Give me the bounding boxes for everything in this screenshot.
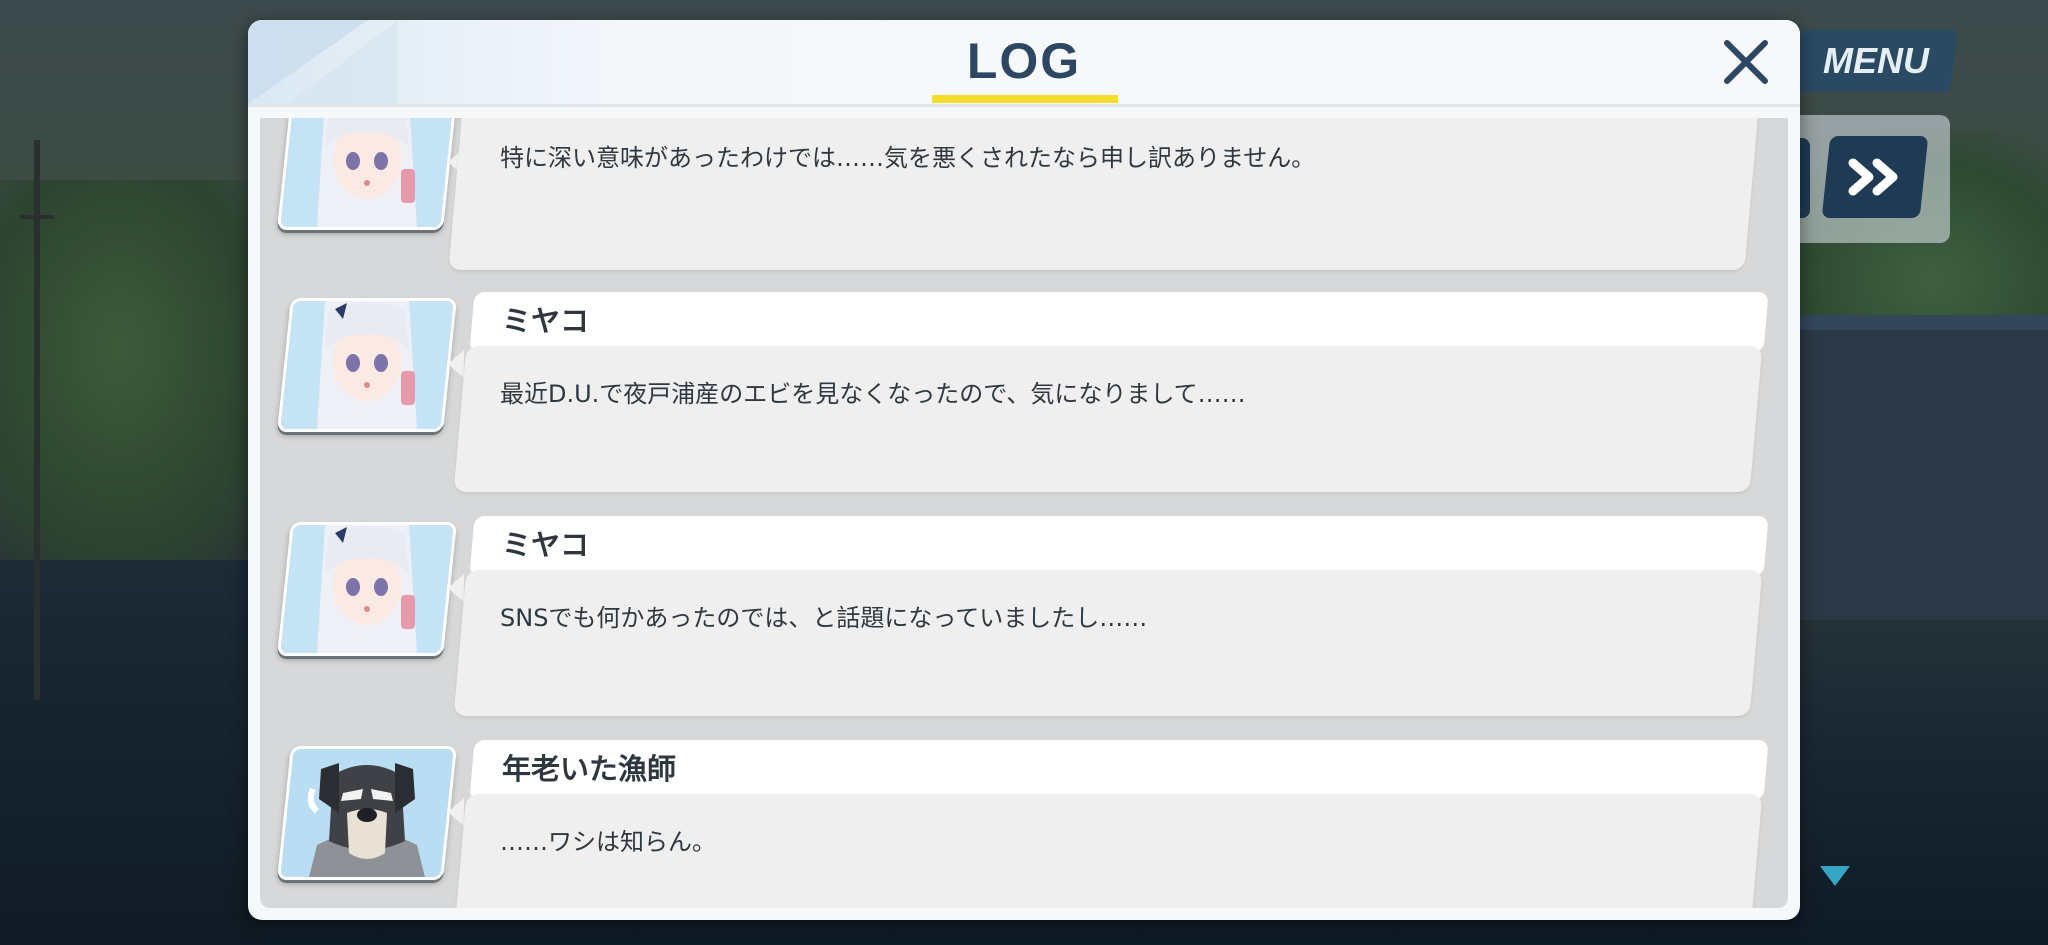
log-header: LOG — [248, 20, 1800, 107]
close-icon — [1724, 40, 1768, 84]
miyako-portrait-icon — [277, 525, 457, 653]
background-house — [1790, 330, 2048, 620]
fast-forward-button[interactable] — [1821, 136, 1929, 218]
speaker-name: ミヤコ — [502, 528, 590, 562]
speaker-name: 年老いた漁師 — [502, 752, 677, 786]
log-window: LOG 特に深い意味があったわけでは……気を悪くされたなら申し訳ありません。 ミ… — [248, 20, 1800, 920]
log-entry: ミヤコ 最近D.U.で夜戸浦産のエビを見なくなったので、気になりまして…… — [260, 292, 1788, 498]
name-plate — [469, 292, 1769, 352]
speech-pointer — [448, 798, 464, 826]
game-scene: MENU LOG 特に深い意味があったわけでは……気を悪くされたなら申し訳ありま… — [0, 0, 2048, 945]
message-text: SNSでも何かあったのでは、と話題になっていましたし…… — [500, 604, 1148, 632]
background-utility-pole — [34, 140, 40, 700]
speaker-portrait — [276, 118, 458, 230]
speech-pointer — [448, 574, 464, 602]
name-plate — [469, 516, 1769, 576]
speaker-name: ミヤコ — [502, 304, 590, 338]
message-text: 特に深い意味があったわけでは……気を悪くされたなら申し訳ありません。 — [500, 144, 1316, 172]
message-text: 最近D.U.で夜戸浦産のエビを見なくなったので、気になりまして…… — [500, 380, 1246, 408]
speaker-portrait — [276, 298, 458, 432]
miyako-portrait-icon — [277, 301, 457, 429]
next-indicator-icon — [1820, 866, 1850, 886]
log-title: LOG — [966, 33, 1082, 89]
message-box — [453, 346, 1763, 492]
message-box — [453, 570, 1763, 716]
menu-button[interactable]: MENU — [1793, 30, 1959, 92]
log-title-underline — [932, 95, 1118, 103]
speaker-portrait — [276, 522, 458, 656]
log-entry: 年老いた漁師 ……ワシは知らん。 — [260, 740, 1788, 908]
fast-forward-icon — [1848, 158, 1898, 196]
message-text: ……ワシは知らん。 — [500, 828, 716, 856]
log-list[interactable]: 特に深い意味があったわけでは……気を悪くされたなら申し訳ありません。 ミヤコ 最… — [260, 118, 1788, 908]
miyako-portrait-icon — [277, 118, 457, 227]
background-utility-pole-arm — [20, 215, 54, 219]
log-entry: 特に深い意味があったわけでは……気を悪くされたなら申し訳ありません。 — [260, 118, 1788, 270]
old-fisherman-dog-portrait-icon — [277, 749, 457, 877]
speech-pointer — [448, 350, 464, 378]
menu-button-label: MENU — [1823, 40, 1929, 81]
close-button[interactable] — [1716, 32, 1776, 92]
log-entry: ミヤコ SNSでも何かあったのでは、と話題になっていましたし…… — [260, 516, 1788, 722]
speaker-portrait — [276, 746, 458, 880]
